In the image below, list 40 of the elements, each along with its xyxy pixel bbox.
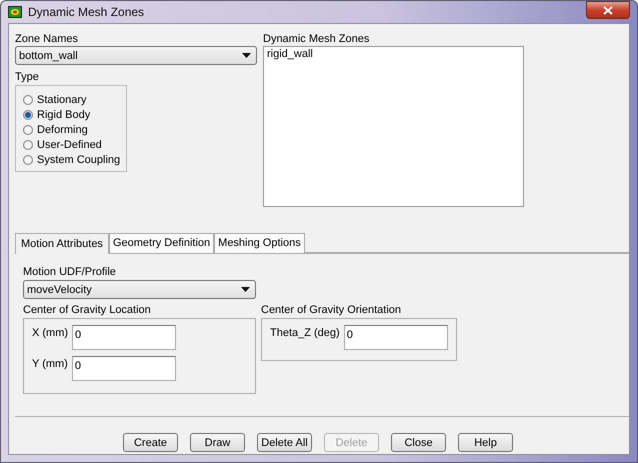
dialog-button[interactable]: Draw [190, 433, 245, 452]
group-label: Center of Gravity Location [23, 304, 152, 317]
radio-label: User-Defined [37, 138, 102, 150]
tab[interactable]: Meshing Options [214, 233, 305, 253]
group-label: Type [15, 71, 40, 84]
list-label: Dynamic Mesh Zones [263, 33, 370, 46]
radio-button[interactable] [23, 154, 33, 164]
field-label: Theta_Z (deg) [270, 327, 340, 339]
dialog-button[interactable]: Delete All [257, 433, 312, 452]
window-title: Dynamic Mesh Zones [28, 5, 144, 19]
tab[interactable]: Motion Attributes [15, 233, 109, 254]
close-icon [603, 6, 613, 14]
input-field[interactable]: 0 [72, 325, 176, 350]
radio-label: Rigid Body [37, 108, 90, 120]
input-field[interactable]: 0 [344, 325, 448, 350]
dropdown-arrow-icon [241, 287, 250, 292]
radio-label: Deforming [37, 124, 88, 136]
app-icon [8, 6, 22, 18]
radio-button[interactable] [23, 140, 33, 150]
radio-label: System Coupling [37, 154, 120, 166]
radio-label: Stationary [37, 94, 87, 106]
field-label: X (mm) [32, 327, 68, 339]
dialog-button[interactable]: Close [391, 433, 446, 452]
list-item[interactable]: rigid_wall [267, 48, 520, 61]
dropdown[interactable]: bottom_wall [15, 46, 257, 65]
field-label: Y (mm) [32, 358, 68, 370]
field-label: Motion UDF/Profile [23, 266, 117, 279]
tab[interactable]: Geometry Definition [108, 233, 214, 253]
input-field[interactable]: 0 [72, 356, 176, 381]
dialog-button[interactable]: Help [458, 433, 513, 452]
dialog-button[interactable]: Create [123, 433, 178, 452]
radio-button[interactable] [23, 110, 33, 120]
radio-button[interactable] [23, 94, 33, 104]
radio-button[interactable] [23, 124, 33, 134]
list-box[interactable]: rigid_wall [263, 46, 524, 207]
dropdown-arrow-icon [242, 53, 251, 58]
dropdown[interactable]: moveVelocity [23, 280, 256, 299]
close-button[interactable] [586, 1, 630, 19]
field-label: Zone Names [15, 33, 79, 46]
group-label: Center of Gravity Orientation [261, 304, 402, 317]
